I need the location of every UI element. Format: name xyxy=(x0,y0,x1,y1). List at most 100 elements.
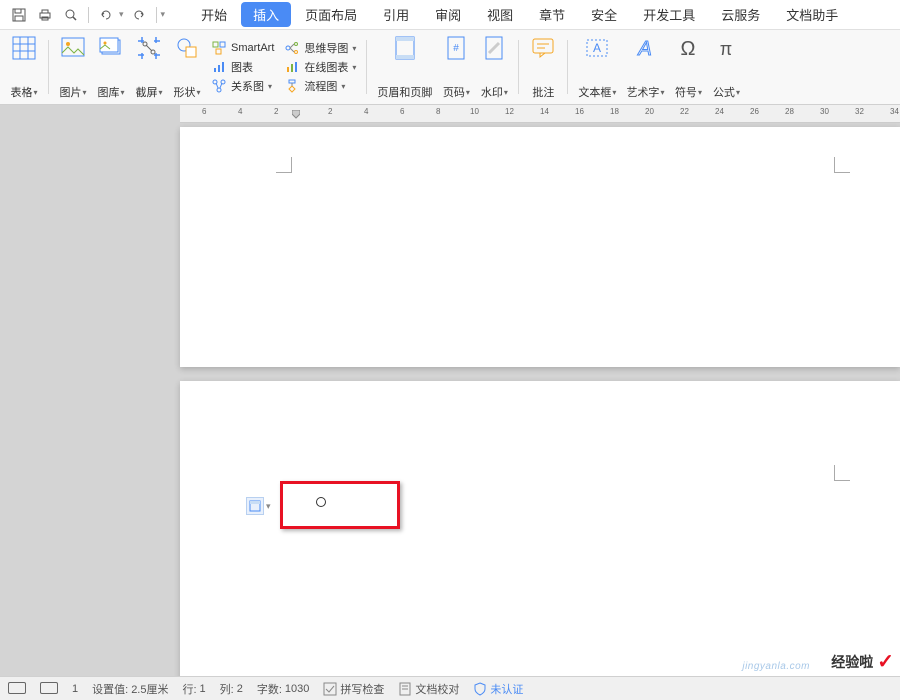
shapes-label: 形状 xyxy=(173,84,195,100)
textbox-button[interactable]: A 文本框▾ xyxy=(574,34,620,100)
tab-security[interactable]: 安全 xyxy=(579,2,629,27)
tab-section[interactable]: 章节 xyxy=(527,2,577,27)
checkmark-icon: ✓ xyxy=(877,649,894,674)
preview-icon[interactable] xyxy=(60,4,82,26)
comment-button[interactable]: 批注 xyxy=(525,34,561,100)
tab-reference[interactable]: 引用 xyxy=(371,2,421,27)
keyboard-icon[interactable] xyxy=(8,680,26,697)
tab-review[interactable]: 审阅 xyxy=(423,2,473,27)
flowchart-icon xyxy=(284,78,300,94)
ruler-tick: 4 xyxy=(238,107,242,116)
header-footer-label: 页眉和页脚 xyxy=(377,84,432,100)
verification-status[interactable]: 未认证 xyxy=(473,681,523,697)
tab-view[interactable]: 视图 xyxy=(475,2,525,27)
tab-layout[interactable]: 页面布局 xyxy=(293,2,369,27)
relation-icon xyxy=(211,78,227,94)
onlinechart-button[interactable]: 在线图表 ▾ xyxy=(284,59,356,75)
picture-label: 图片 xyxy=(59,84,81,100)
mindmap-icon xyxy=(284,40,300,56)
separator xyxy=(518,40,519,94)
textbox-label: 文本框 xyxy=(578,84,611,100)
header-edit-icon xyxy=(246,497,264,515)
svg-text:A: A xyxy=(638,38,652,60)
undo-dropdown-icon[interactable]: ▾ xyxy=(119,9,124,20)
smartart-icon xyxy=(211,40,227,56)
chart-button[interactable]: 图表 xyxy=(211,59,274,75)
screenshot-button[interactable]: 截屏▾ xyxy=(131,34,167,100)
header-footer-button[interactable]: 页眉和页脚 xyxy=(373,34,436,100)
ruler-tick: 30 xyxy=(820,107,829,116)
ruler-tick: 2 xyxy=(328,107,332,116)
symbol-button[interactable]: Ω 符号▾ xyxy=(670,34,706,100)
smartart-button[interactable]: SmartArt xyxy=(211,40,274,56)
equation-label: 公式 xyxy=(713,84,735,100)
redo-icon[interactable] xyxy=(128,4,150,26)
text-bullet-circle xyxy=(316,497,326,507)
word-label: 字数: xyxy=(257,681,282,697)
ruler-tick: 6 xyxy=(400,107,404,116)
wordart-button[interactable]: A 艺术字▾ xyxy=(622,34,668,100)
watermark-icon xyxy=(480,34,508,62)
header-indicator[interactable]: ▾ xyxy=(246,497,271,515)
shapes-button[interactable]: 形状▾ xyxy=(169,34,205,100)
document-page-2[interactable]: ▾ xyxy=(180,381,900,676)
setting-status[interactable]: 设置值: 2.5厘米 xyxy=(92,681,168,697)
relation-button[interactable]: 关系图▾ xyxy=(211,78,274,94)
tab-start[interactable]: 开始 xyxy=(189,2,239,27)
print-icon[interactable] xyxy=(34,4,56,26)
chevron-down-icon: ▾ xyxy=(698,88,702,97)
shield-icon xyxy=(473,682,487,696)
document-workspace: 6 4 2 2 4 6 8 10 12 14 16 18 20 22 24 26… xyxy=(0,105,900,676)
equation-button[interactable]: π 公式▾ xyxy=(708,34,744,100)
watermark-label: 水印 xyxy=(481,84,503,100)
ruler-tick: 34 xyxy=(890,107,899,116)
ruler-indent-marker[interactable] xyxy=(292,110,300,120)
chevron-down-icon: ▾ xyxy=(196,88,200,97)
table-icon xyxy=(10,34,38,62)
page-number-label: 页码 xyxy=(443,84,465,100)
spellcheck-status[interactable]: 拼写检查 xyxy=(323,681,384,697)
word-count-status[interactable]: 字数: 1030 xyxy=(257,681,310,697)
gallery-button[interactable]: 图库▾ xyxy=(93,34,129,100)
mindmap-button[interactable]: 思维导图▾ xyxy=(284,40,356,56)
header-footer-icon xyxy=(391,34,419,62)
tab-devtools[interactable]: 开发工具 xyxy=(631,2,707,27)
setting-label: 设置值: xyxy=(92,681,128,697)
flowchart-button[interactable]: 流程图▾ xyxy=(284,78,356,94)
table-button[interactable]: 表格▾ xyxy=(6,34,42,100)
doccheck-status[interactable]: 文档校对 xyxy=(398,681,459,697)
page-number-icon: # xyxy=(442,34,470,62)
watermark-button[interactable]: 水印▾ xyxy=(476,34,512,100)
save-icon[interactable] xyxy=(8,4,30,26)
column-status[interactable]: 列: 2 xyxy=(220,681,243,697)
svg-text:Ω: Ω xyxy=(681,38,696,60)
spellcheck-icon xyxy=(323,682,337,696)
tab-dochelper[interactable]: 文档助手 xyxy=(774,2,850,27)
chevron-down-icon: ▾ xyxy=(352,63,356,72)
ruler-tick: 32 xyxy=(855,107,864,116)
tab-cloud[interactable]: 云服务 xyxy=(709,2,772,27)
margin-corner-icon xyxy=(834,157,850,173)
separator xyxy=(88,7,89,23)
page-number-status[interactable]: 1 xyxy=(72,683,78,695)
line-status[interactable]: 行: 1 xyxy=(182,681,205,697)
tab-insert[interactable]: 插入 xyxy=(241,2,291,27)
chevron-down-icon: ▾ xyxy=(504,88,508,97)
chevron-down-icon: ▾ xyxy=(736,88,740,97)
picture-button[interactable]: 图片▾ xyxy=(55,34,91,100)
horizontal-ruler[interactable]: 6 4 2 2 4 6 8 10 12 14 16 18 20 22 24 26… xyxy=(180,105,900,123)
onlinechart-label: 在线图表 xyxy=(304,59,348,75)
page-number-button[interactable]: # 页码▾ xyxy=(438,34,474,100)
keyboard-icon[interactable] xyxy=(40,680,58,697)
customize-dropdown-icon[interactable]: ▾ xyxy=(161,9,166,20)
ruler-tick: 20 xyxy=(645,107,654,116)
document-page-1[interactable] xyxy=(180,127,900,367)
word-value: 1030 xyxy=(285,683,309,695)
relation-label: 关系图 xyxy=(231,78,264,94)
ruler-tick: 10 xyxy=(470,107,479,116)
textbox-icon: A xyxy=(583,34,611,62)
undo-icon[interactable] xyxy=(95,4,117,26)
line-value: 1 xyxy=(200,683,206,695)
doccheck-label: 文档校对 xyxy=(415,681,459,697)
symbol-label: 符号 xyxy=(675,84,697,100)
